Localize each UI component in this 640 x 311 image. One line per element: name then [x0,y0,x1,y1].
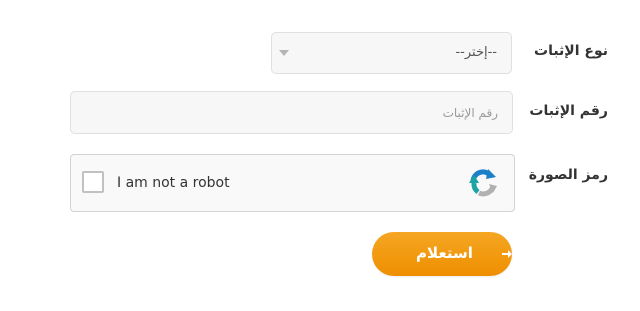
arrow-right-icon [502,250,512,258]
proof-number-label: رقم الإثبات [529,103,608,119]
proof-type-selected-value: --إختر-- [455,45,497,60]
proof-type-select[interactable]: --إختر-- [271,32,512,74]
proof-number-input[interactable] [70,91,513,134]
proof-type-label: نوع الإثبات [534,43,608,59]
chevron-down-icon[interactable] [279,50,289,56]
captcha-label: I am not a robot [117,175,230,191]
inquiry-form: نوع الإثبات --إختر-- رقم الإثبات رمز الص… [0,0,640,311]
recaptcha-icon [469,169,497,197]
image-code-label: رمز الصورة [528,167,608,183]
submit-inquiry-label: استعلام [416,244,473,262]
captcha-widget: I am not a robot [70,154,515,212]
submit-inquiry-button[interactable]: استعلام [372,232,512,276]
captcha-checkbox[interactable] [82,171,104,193]
